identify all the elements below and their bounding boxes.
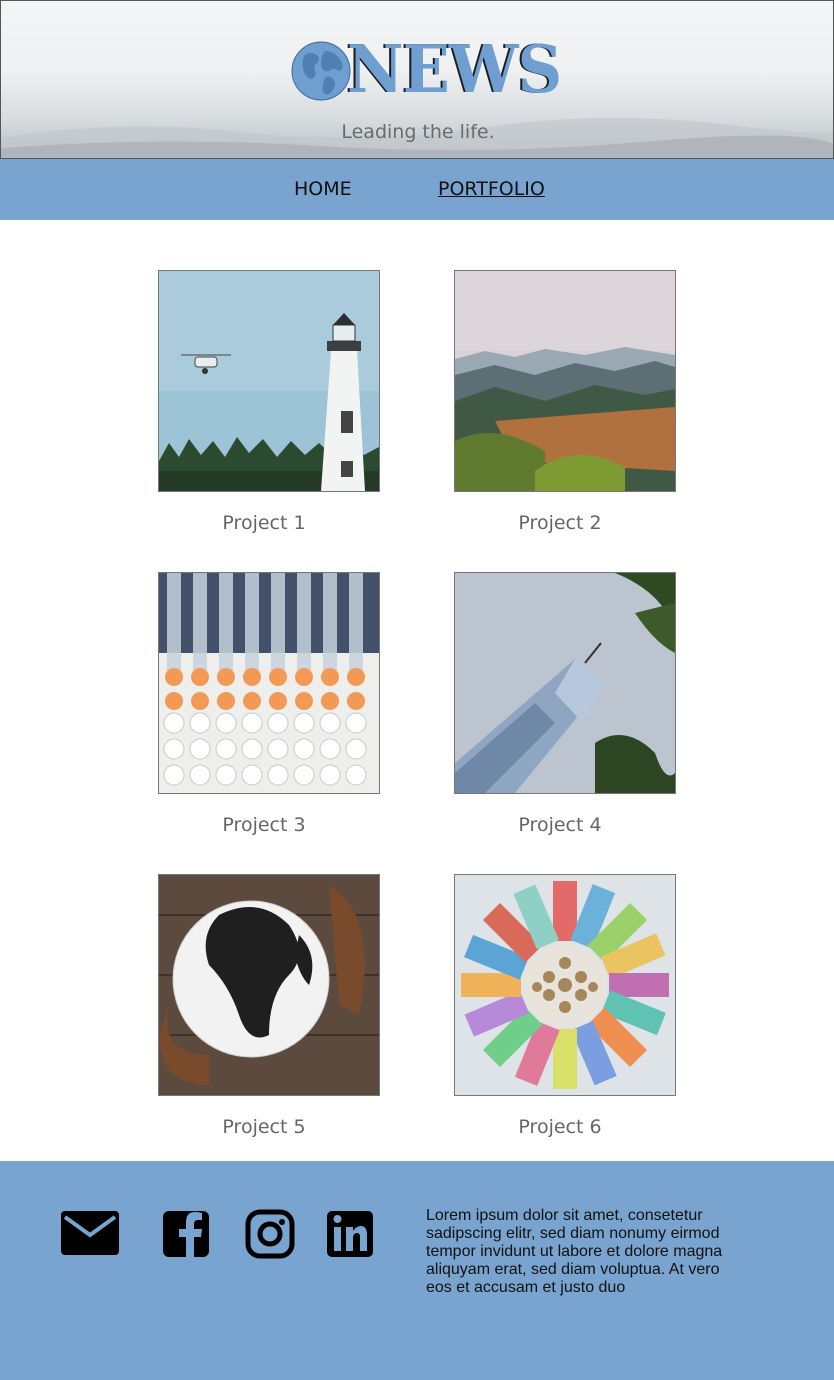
nav-item-portfolio[interactable]: PORTFOLIO [438, 178, 545, 200]
instagram-icon[interactable] [245, 1207, 295, 1259]
lab-pipettes-photo[interactable] [158, 572, 380, 794]
project-card[interactable]: Project 6 [454, 874, 676, 1138]
world-currencies-photo[interactable] [454, 874, 676, 1096]
logo-text: NEWS [347, 31, 562, 108]
site-logo[interactable]: NEWS [291, 35, 562, 104]
footer: Lorem ipsum dolor sit amet, consetetur s… [0, 1161, 834, 1380]
project-card[interactable]: Project 3 [158, 572, 380, 836]
tagline: Leading the life. [341, 121, 495, 143]
project-label: Project 1 [222, 512, 306, 534]
drone-lighthouse-photo[interactable] [158, 270, 380, 492]
skyscraper-photo[interactable] [454, 572, 676, 794]
mountain-landscape-photo[interactable] [454, 270, 676, 492]
hands-globe-photo[interactable] [158, 874, 380, 1096]
linkedin-icon[interactable] [326, 1207, 374, 1257]
project-card[interactable]: Project 2 [454, 270, 676, 534]
project-card[interactable]: Project 5 [158, 874, 380, 1138]
project-label: Project 6 [518, 1116, 602, 1138]
footer-text: Lorem ipsum dolor sit amet, consetetur s… [426, 1207, 723, 1296]
mail-icon[interactable] [60, 1207, 120, 1257]
project-label: Project 4 [518, 814, 602, 836]
main-nav: HOME PORTFOLIO [0, 159, 834, 220]
nav-item-home[interactable]: HOME [294, 178, 352, 200]
project-label: Project 5 [222, 1116, 306, 1138]
facebook-icon[interactable] [162, 1207, 210, 1257]
project-card[interactable]: Project 4 [454, 572, 676, 836]
project-card[interactable]: Project 1 [158, 270, 380, 534]
project-label: Project 3 [222, 814, 306, 836]
globe-icon [291, 41, 351, 101]
header-banner: NEWS Leading the life. [0, 0, 834, 159]
project-label: Project 2 [518, 512, 602, 534]
